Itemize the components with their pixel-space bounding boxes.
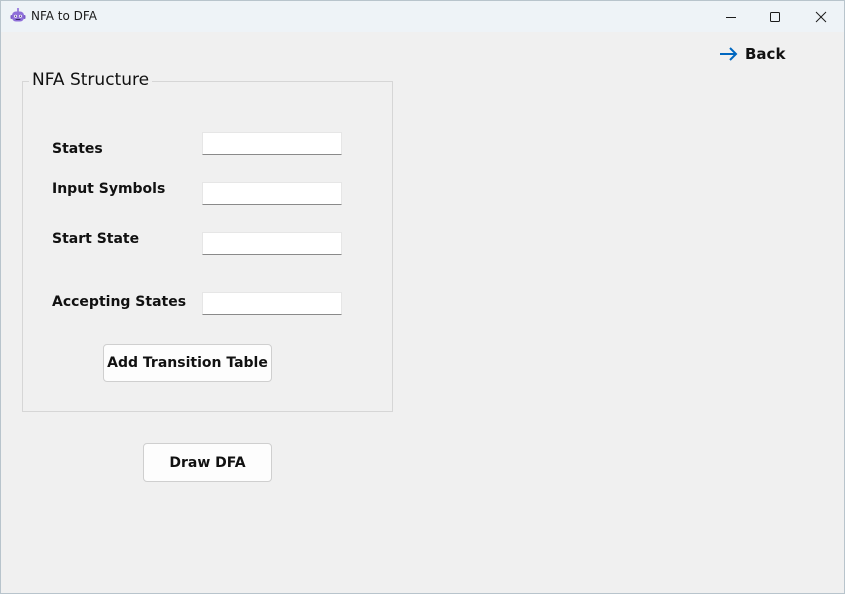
states-label: States bbox=[52, 141, 103, 157]
close-button[interactable] bbox=[798, 1, 844, 32]
back-button[interactable]: Back bbox=[719, 44, 785, 64]
arrow-right-icon bbox=[720, 47, 738, 61]
minimize-icon bbox=[726, 16, 736, 18]
states-input[interactable] bbox=[202, 132, 342, 155]
draw-dfa-button[interactable]: Draw DFA bbox=[143, 443, 272, 482]
start-state-input[interactable] bbox=[202, 232, 342, 255]
start-state-label: Start State bbox=[52, 231, 140, 247]
group-title: NFA Structure bbox=[29, 70, 153, 90]
accepting-states-label: Accepting States bbox=[52, 294, 187, 310]
maximize-button[interactable] bbox=[752, 1, 798, 32]
back-label: Back bbox=[745, 45, 786, 63]
minimize-button[interactable] bbox=[708, 1, 754, 32]
robot-app-icon bbox=[10, 7, 26, 24]
close-icon bbox=[815, 11, 827, 22]
accepting-states-input[interactable] bbox=[202, 292, 342, 315]
app-window: NFA to DFA Back NFA Structure States Inp… bbox=[0, 0, 845, 594]
window-title: NFA to DFA bbox=[31, 9, 97, 23]
maximize-icon bbox=[770, 11, 780, 22]
input-symbols-label: Input Symbols bbox=[52, 181, 166, 197]
title-bar[interactable]: NFA to DFA bbox=[1, 1, 844, 32]
input-symbols-input[interactable] bbox=[202, 182, 342, 205]
add-transition-table-button[interactable]: Add Transition Table bbox=[103, 344, 272, 382]
